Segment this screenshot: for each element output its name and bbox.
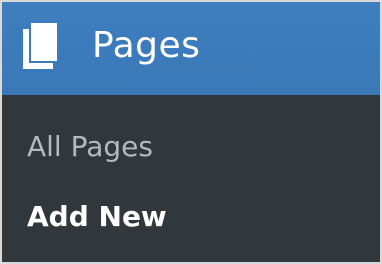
menu-item-pages[interactable]: Pages bbox=[2, 2, 380, 95]
menu-title: Pages bbox=[92, 25, 201, 66]
submenu: All Pages Add New bbox=[2, 95, 380, 262]
submenu-item-add-new[interactable]: Add New bbox=[27, 199, 167, 235]
submenu-item-all-pages[interactable]: All Pages bbox=[27, 129, 153, 165]
pages-icon bbox=[17, 21, 65, 73]
admin-menu-panel: Pages All Pages Add New bbox=[0, 0, 382, 264]
